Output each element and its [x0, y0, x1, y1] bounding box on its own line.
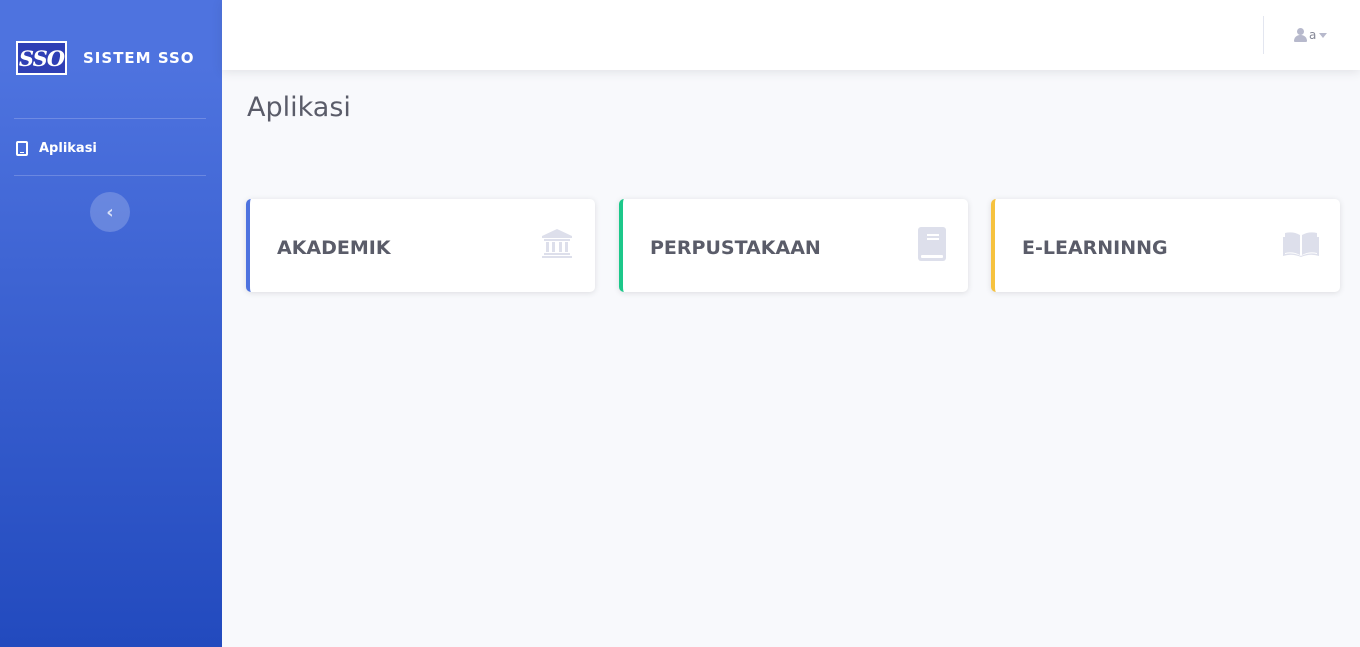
- card-title: PERPUSTAKAAN: [650, 237, 821, 259]
- topbar: a: [222, 0, 1360, 70]
- tablet-icon: [16, 140, 28, 156]
- sidebar-divider: [14, 118, 206, 119]
- app-card-akademik[interactable]: AKADEMIK: [246, 199, 595, 292]
- sidebar-item-aplikasi[interactable]: Aplikasi: [16, 137, 97, 159]
- sidebar-divider: [14, 175, 206, 176]
- card-title: AKADEMIK: [277, 237, 391, 259]
- open-book-icon: [1283, 231, 1319, 261]
- brand-text: SISTEM SSO: [83, 49, 195, 67]
- sidebar: SSO SISTEM SSO Aplikasi ‹: [0, 0, 222, 647]
- user-icon: [1294, 28, 1307, 42]
- user-menu[interactable]: a: [1294, 24, 1328, 46]
- page-title: Aplikasi: [247, 92, 351, 123]
- user-name: a: [1309, 28, 1317, 42]
- topbar-divider: [1263, 16, 1264, 54]
- book-icon: [918, 227, 946, 265]
- app-card-perpustakaan[interactable]: PERPUSTAKAAN: [619, 199, 968, 292]
- app-card-e-learning[interactable]: E-LEARNINNG: [991, 199, 1340, 292]
- chevron-left-icon: ‹: [106, 201, 114, 223]
- caret-down-icon: [1319, 32, 1328, 38]
- brand-logo: SSO: [16, 41, 67, 75]
- card-title: E-LEARNINNG: [1022, 237, 1168, 259]
- university-icon: [541, 227, 573, 263]
- sidebar-toggle-button[interactable]: ‹: [90, 192, 130, 232]
- sidebar-item-label: Aplikasi: [39, 140, 97, 156]
- brand[interactable]: SSO SISTEM SSO: [16, 40, 216, 76]
